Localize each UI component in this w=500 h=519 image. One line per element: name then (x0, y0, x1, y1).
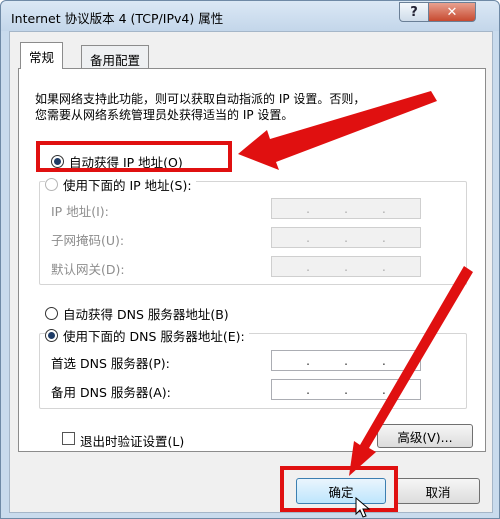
description-line-2: 您需要从网络系统管理员处获得适当的 IP 设置。 (35, 108, 294, 122)
radio-manual-ip-label: 使用下面的 IP 地址(S): (63, 178, 192, 193)
help-icon: ? (410, 4, 418, 20)
radio-auto-dns[interactable]: 自动获得 DNS 服务器地址(B) (45, 304, 229, 323)
radio-circle[interactable] (45, 178, 58, 191)
mouse-cursor-icon (355, 497, 371, 518)
radio-auto-dns-label: 自动获得 DNS 服务器地址(B) (63, 307, 229, 322)
radio-circle-checked[interactable] (51, 155, 64, 168)
window-title: Internet 协议版本 4 (TCP/IPv4) 属性 (11, 11, 224, 26)
ip-address-input[interactable]: ... (271, 198, 421, 219)
alternate-dns-label: 备用 DNS 服务器(A): (51, 385, 171, 400)
alternate-dns-input[interactable]: ... (271, 379, 421, 400)
default-gateway-label: 默认网关(D): (51, 262, 125, 277)
radio-manual-dns-label: 使用下面的 DNS 服务器地址(E): (63, 329, 245, 344)
radio-auto-ip[interactable]: 自动获得 IP 地址(O) (51, 152, 183, 171)
cancel-button[interactable]: 取消 (396, 478, 480, 504)
description-text: 如果网络支持此功能，则可以获取自动指派的 IP 设置。否则， 您需要从网络系统管… (35, 91, 455, 123)
dialog-body: 常规 备用配置 如果网络支持此功能，则可以获取自动指派的 IP 设置。否则， 您… (9, 31, 493, 513)
help-button[interactable]: ? (399, 2, 429, 22)
default-gateway-input[interactable]: ... (271, 256, 421, 277)
validate-on-exit-label: 退出时验证设置(L) (80, 434, 185, 449)
advanced-button[interactable]: 高级(V)... (377, 424, 473, 448)
radio-manual-ip[interactable]: 使用下面的 IP 地址(S): (45, 175, 196, 194)
dialog-window: Internet 协议版本 4 (TCP/IPv4) 属性 ? ✕ 常规 备用配… (0, 0, 500, 519)
ok-button[interactable]: 确定 (296, 478, 386, 504)
description-line-1: 如果网络支持此功能，则可以获取自动指派的 IP 设置。否则， (35, 92, 366, 106)
subnet-mask-label: 子网掩码(U): (51, 233, 125, 248)
radio-circle-checked[interactable] (45, 329, 58, 342)
ip-address-label: IP 地址(I): (51, 204, 109, 219)
close-button[interactable]: ✕ (428, 2, 476, 22)
radio-auto-ip-label: 自动获得 IP 地址(O) (69, 155, 183, 170)
radio-circle[interactable] (45, 307, 58, 320)
validate-on-exit-checkbox[interactable] (62, 432, 75, 445)
subnet-mask-input[interactable]: ... (271, 227, 421, 248)
tab-general[interactable]: 常规 (20, 42, 64, 69)
preferred-dns-input[interactable]: ... (271, 350, 421, 371)
tab-panel-general: 如果网络支持此功能，则可以获取自动指派的 IP 设置。否则， 您需要从网络系统管… (18, 68, 486, 452)
close-icon: ✕ (446, 4, 458, 20)
preferred-dns-label: 首选 DNS 服务器(P): (51, 356, 170, 371)
tab-alternate-config[interactable]: 备用配置 (81, 45, 150, 69)
radio-manual-dns[interactable]: 使用下面的 DNS 服务器地址(E): (45, 326, 249, 345)
title-bar[interactable]: Internet 协议版本 4 (TCP/IPv4) 属性 ? ✕ (1, 1, 499, 31)
